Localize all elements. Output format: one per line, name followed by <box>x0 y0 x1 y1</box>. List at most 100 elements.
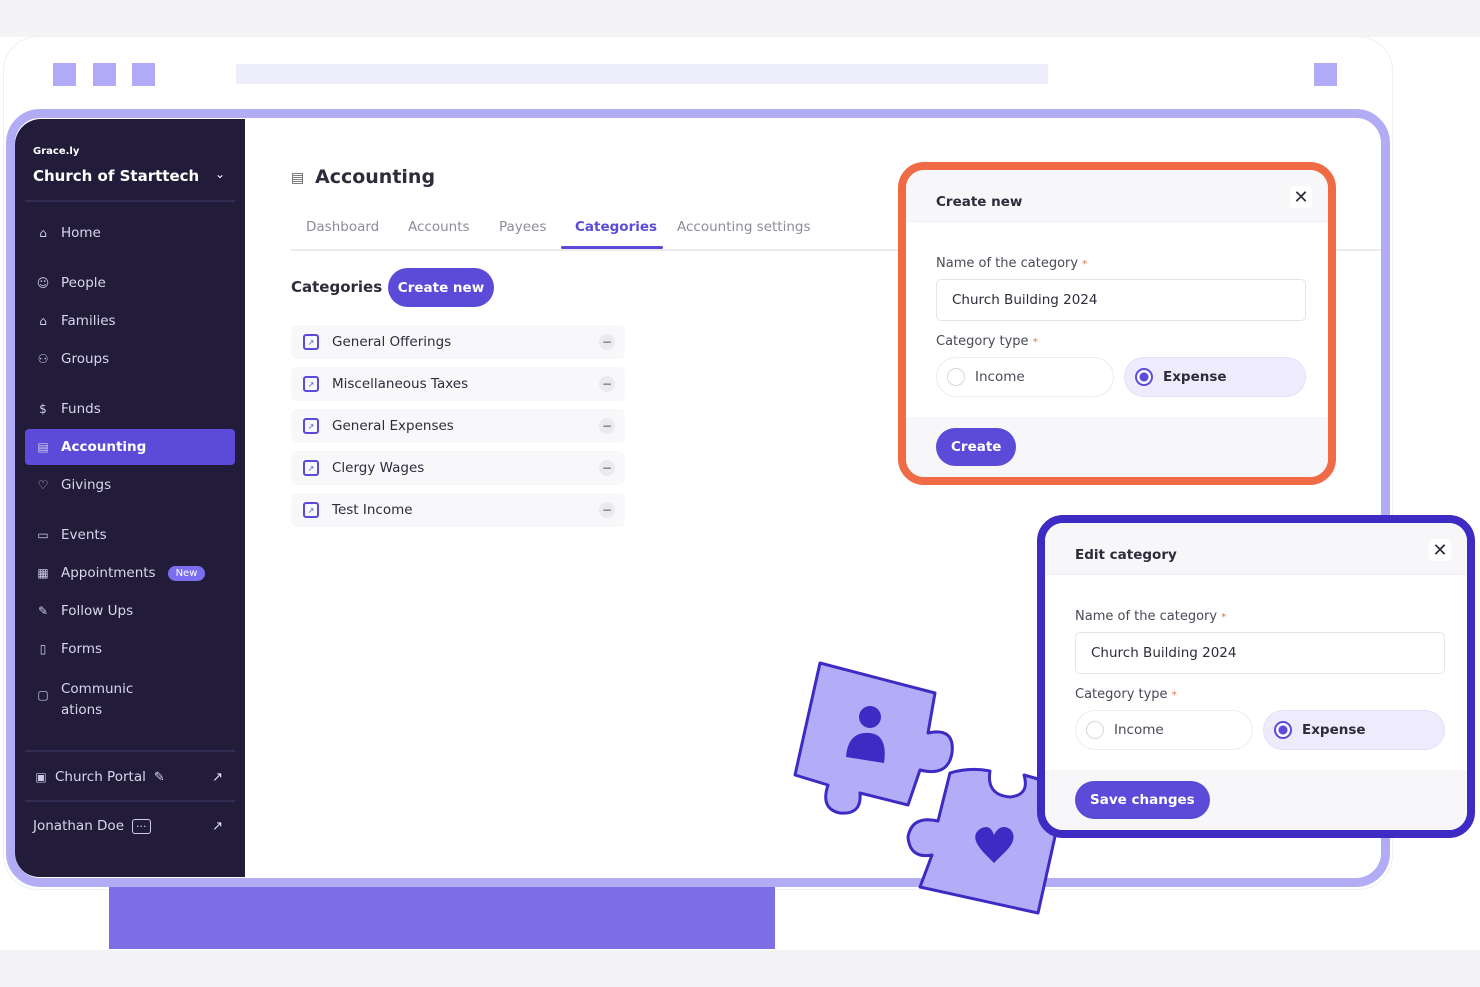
close-icon[interactable]: ✕ <box>1429 539 1451 561</box>
radio-income[interactable]: Income <box>1075 710 1253 750</box>
sidebar-divider <box>25 200 235 202</box>
window-menu-dot[interactable] <box>1314 63 1337 86</box>
person-head-icon <box>859 706 881 728</box>
radio-label: Expense <box>1302 722 1366 738</box>
radio-income[interactable]: Income <box>936 357 1114 397</box>
sidebar-item-givings[interactable]: ♡ Givings <box>25 467 235 503</box>
create-button[interactable]: Create <box>936 428 1017 466</box>
category-name-input[interactable]: Church Building 2024 <box>1075 632 1445 674</box>
edit-category-modal: Edit category ✕ Name of the category * C… <box>1037 515 1475 838</box>
category-name: Clergy Wages <box>332 460 425 476</box>
heart-icon: ♡ <box>37 478 49 492</box>
sidebar-item-label: Appointments <box>61 565 156 581</box>
tab-accounts[interactable]: Accounts <box>408 219 470 235</box>
minus-icon[interactable]: − <box>599 502 615 518</box>
tab-categories[interactable]: Categories <box>575 219 657 235</box>
tab-payees[interactable]: Payees <box>499 219 546 235</box>
minus-icon[interactable]: − <box>599 376 615 392</box>
user-profile-link[interactable]: Jonathan Doe ··· ↗ <box>25 808 235 844</box>
page-title: Accounting <box>315 166 436 188</box>
radio-unchecked-icon <box>1086 721 1104 739</box>
modal-header: Edit category ✕ <box>1045 523 1467 575</box>
save-changes-button[interactable]: Save changes <box>1075 781 1210 819</box>
category-icon: ↗ <box>303 502 319 518</box>
new-badge: New <box>167 565 206 581</box>
sidebar-item-label: Communic ations <box>61 681 134 718</box>
radio-checked-icon <box>1274 721 1292 739</box>
sidebar-item-follow-ups[interactable]: ✎ Follow Ups <box>25 593 235 629</box>
radio-expense[interactable]: Expense <box>1124 357 1306 397</box>
category-row[interactable]: ↗ Miscellaneous Taxes − <box>291 367 625 401</box>
category-icon: ↗ <box>303 418 319 434</box>
sidebar-item-label: Accounting <box>61 439 147 455</box>
families-icon: ⌂ <box>39 314 47 328</box>
category-name: General Offerings <box>332 334 452 350</box>
sidebar-item-funds[interactable]: $ Funds <box>25 391 235 427</box>
brand-logo: Grace.ly <box>33 146 80 157</box>
category-row[interactable]: ↗ General Expenses − <box>291 409 625 443</box>
radio-label: Expense <box>1163 369 1227 385</box>
active-tab-indicator <box>561 246 663 249</box>
user-name: Jonathan Doe <box>33 818 124 834</box>
sidebar-item-label: Givings <box>61 477 112 493</box>
minus-icon[interactable]: − <box>599 334 615 350</box>
groups-icon: ⚇ <box>37 352 49 366</box>
create-new-button[interactable]: Create new <box>388 268 494 307</box>
type-label: Category type * <box>936 334 1038 349</box>
sidebar-item-label: Funds <box>61 401 101 417</box>
forms-icon: ▯ <box>39 642 47 656</box>
modal-title: Create new <box>936 194 1023 210</box>
type-label: Category type * <box>1075 687 1177 702</box>
org-selector[interactable]: Church of Starttech <box>33 167 199 185</box>
category-name: General Expenses <box>332 418 454 434</box>
name-label: Name of the category * <box>936 256 1088 271</box>
radio-checked-icon <box>1135 368 1153 386</box>
sidebar-item-label: Forms <box>61 641 103 657</box>
tab-dashboard[interactable]: Dashboard <box>306 219 379 235</box>
sidebar-item-label: People <box>61 275 106 291</box>
funds-icon: $ <box>39 402 47 416</box>
external-arrow-icon[interactable]: ↗ <box>212 819 223 834</box>
radio-unchecked-icon <box>947 368 965 386</box>
sidebar-item-events[interactable]: ▭ Events <box>25 517 235 553</box>
window-dot-2 <box>93 63 116 86</box>
sidebar-item-accounting[interactable]: ▤ Accounting <box>25 429 235 465</box>
portal-icon: ▣ <box>35 770 47 784</box>
category-name-input[interactable]: Church Building 2024 <box>936 279 1306 321</box>
followups-icon: ✎ <box>37 604 49 618</box>
sidebar-item-communications[interactable]: ▢ Communic ations <box>25 675 235 719</box>
modal-header: Create new ✕ <box>906 170 1328 222</box>
chat-icon: ▢ <box>37 688 49 702</box>
sidebar-item-families[interactable]: ⌂ Families <box>25 303 235 339</box>
minus-icon[interactable]: − <box>599 418 615 434</box>
card-icon: ··· <box>132 818 151 834</box>
decorative-bar <box>109 887 775 949</box>
window-dot-3 <box>132 63 155 86</box>
sidebar-item-label: Home <box>61 225 101 241</box>
section-title: Categories <box>291 278 383 296</box>
sidebar: Grace.ly Church of Starttech ⌄ ⌂ Home ☺ … <box>15 119 245 877</box>
sidebar-item-people[interactable]: ☺ People <box>25 265 235 301</box>
minus-icon[interactable]: − <box>599 460 615 476</box>
accounting-icon: ▤ <box>37 440 49 454</box>
category-row[interactable]: ↗ Test Income − <box>291 493 625 527</box>
radio-expense[interactable]: Expense <box>1263 710 1445 750</box>
window-dot-1 <box>53 63 76 86</box>
tab-accounting-settings[interactable]: Accounting settings <box>677 219 811 235</box>
address-bar[interactable] <box>236 64 1048 84</box>
church-portal-link[interactable]: ▣ Church Portal ✎ ↗ <box>25 759 235 795</box>
sidebar-item-home[interactable]: ⌂ Home <box>25 215 235 251</box>
category-row[interactable]: ↗ Clergy Wages − <box>291 451 625 485</box>
sidebar-item-appointments[interactable]: ▦ Appointments New <box>25 555 235 591</box>
category-row[interactable]: ↗ General Offerings − <box>291 325 625 359</box>
category-name: Test Income <box>332 502 413 518</box>
sidebar-item-groups[interactable]: ⚇ Groups <box>25 341 235 377</box>
external-arrow-icon[interactable]: ↗ <box>212 770 223 785</box>
close-icon[interactable]: ✕ <box>1290 186 1312 208</box>
sidebar-item-label: Events <box>61 527 107 543</box>
sidebar-item-forms[interactable]: ▯ Forms <box>25 631 235 667</box>
name-label: Name of the category * <box>1075 609 1227 624</box>
chevron-down-icon[interactable]: ⌄ <box>215 167 225 181</box>
calendar-icon: ▭ <box>37 528 49 542</box>
pencil-icon[interactable]: ✎ <box>154 770 165 785</box>
